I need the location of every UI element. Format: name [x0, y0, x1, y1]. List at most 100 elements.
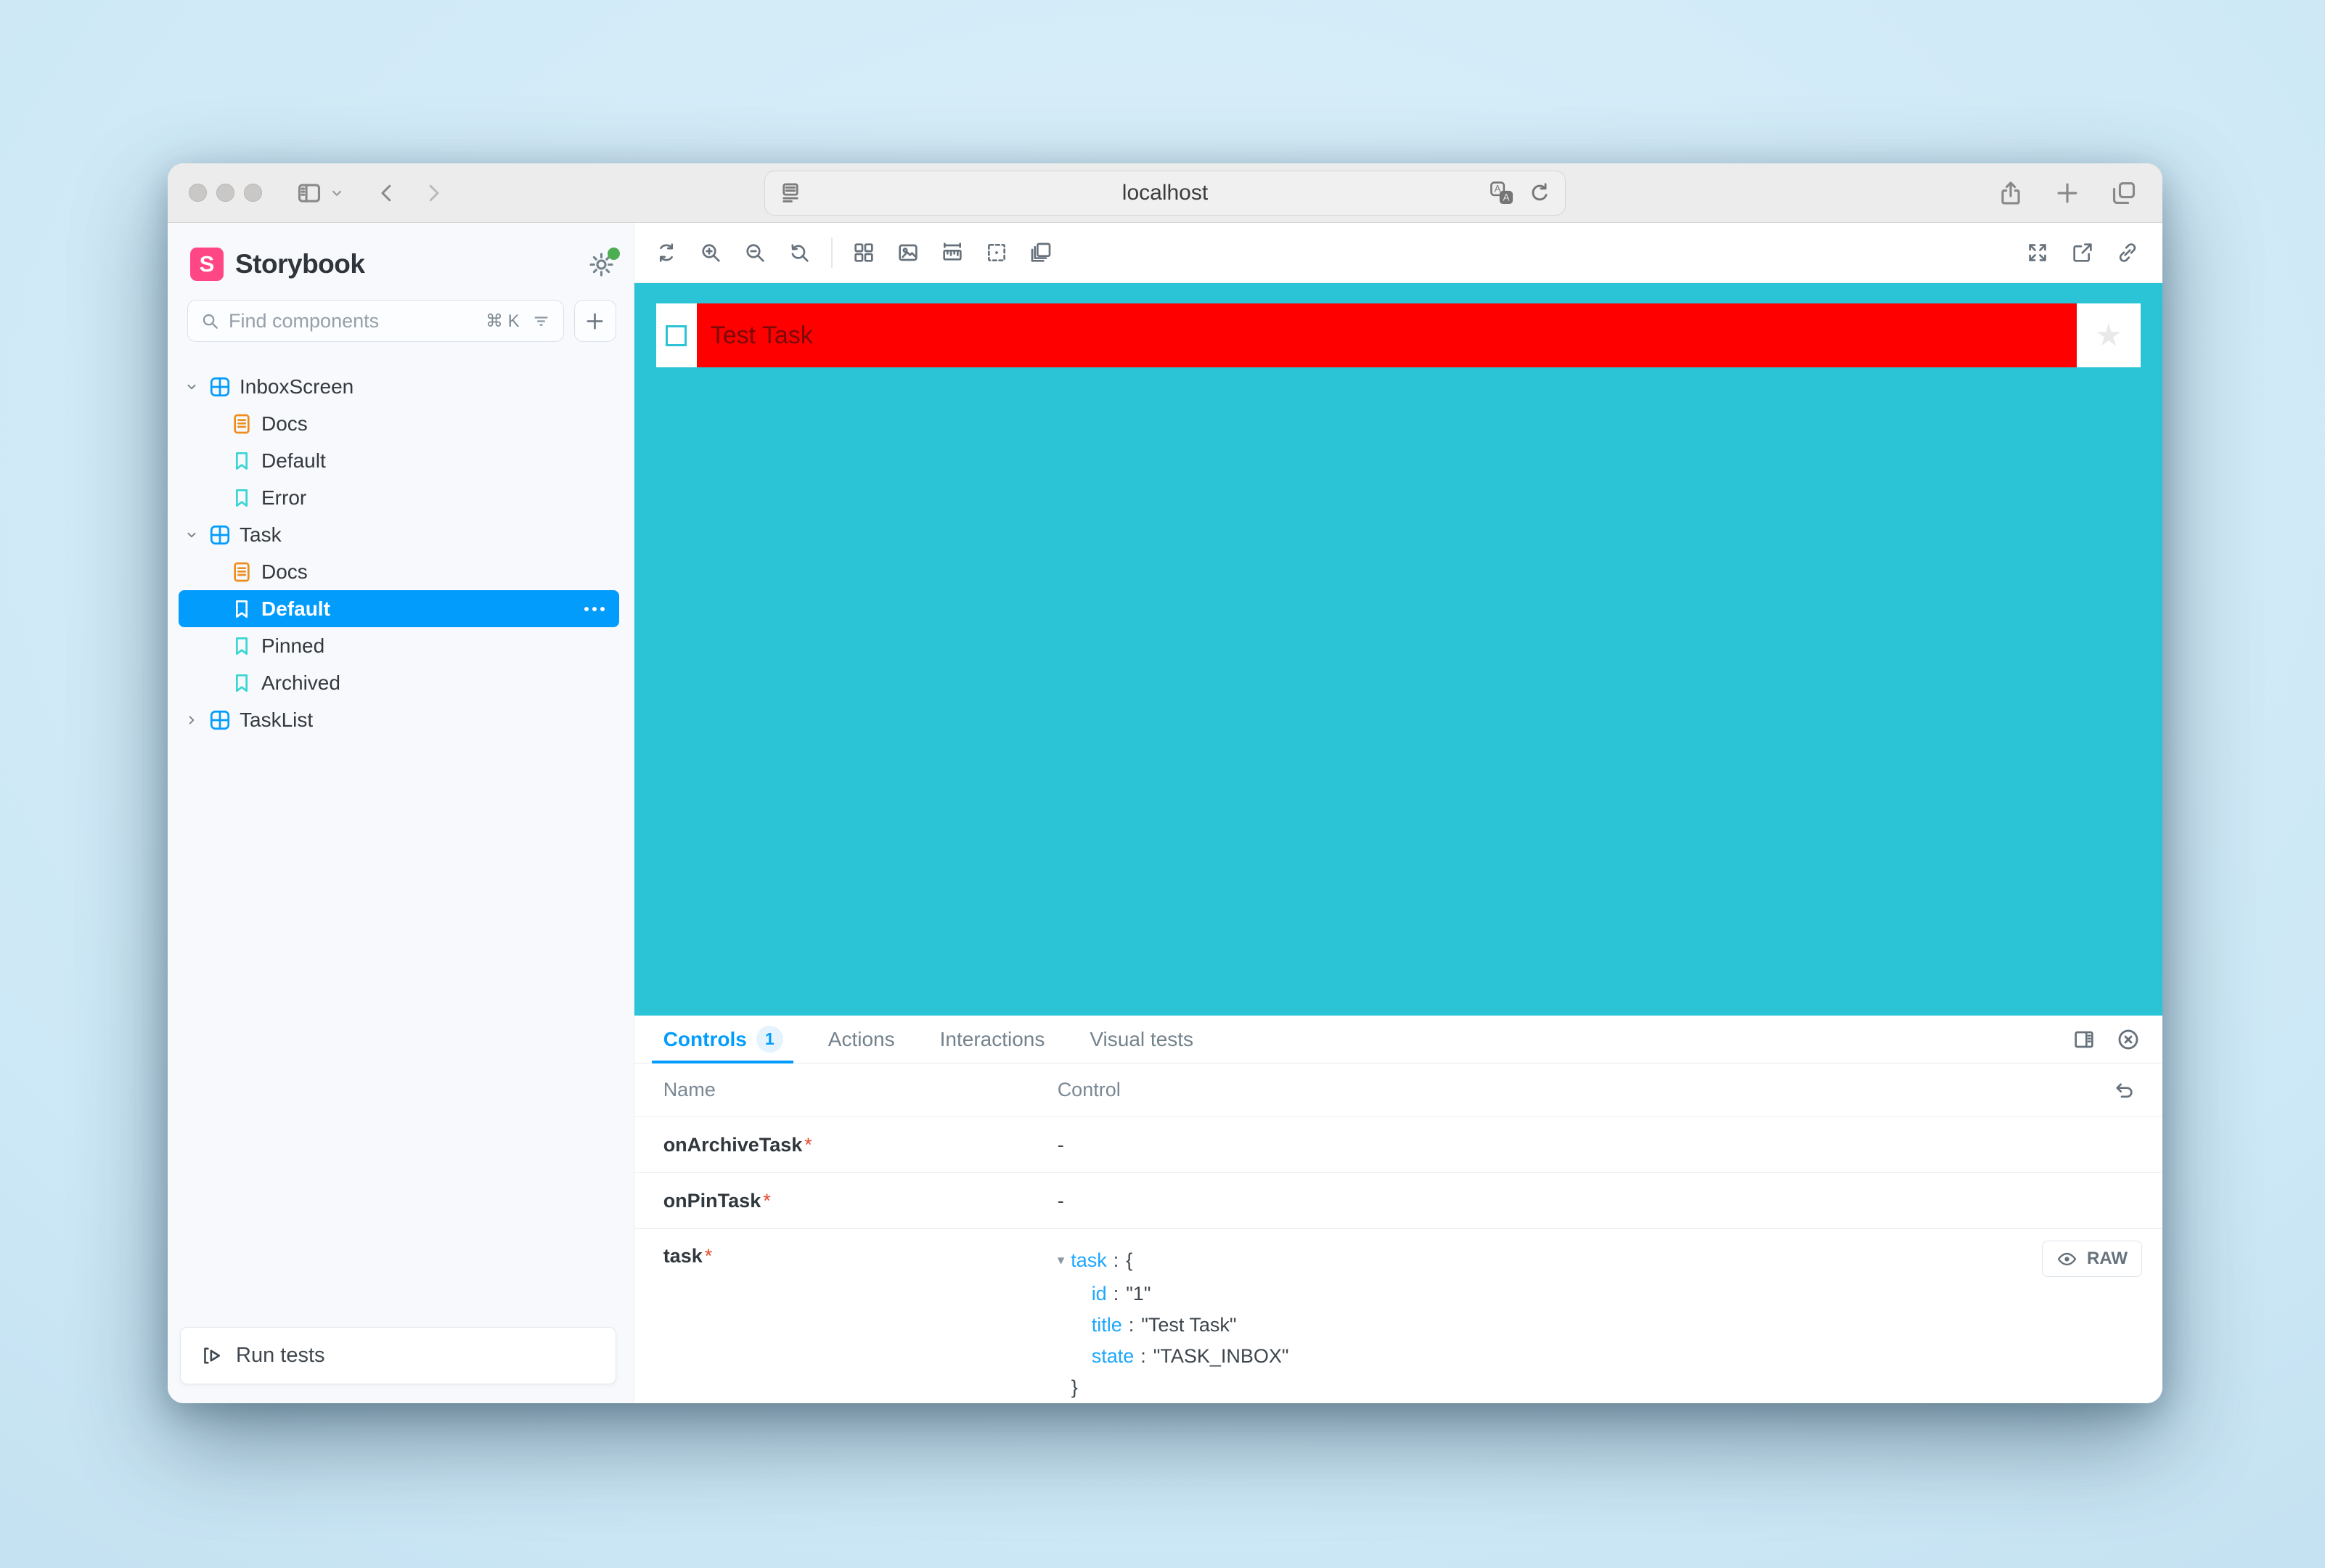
- sidebar-menu-button[interactable]: [327, 184, 346, 203]
- search-shortcut: ⌘ K: [486, 311, 520, 332]
- open-canvas-new-tab-button[interactable]: [2067, 237, 2099, 269]
- controls-count-badge: 1: [756, 1026, 783, 1053]
- control-row-onpintask: onPinTask* -: [634, 1173, 2162, 1229]
- sidebar-toggle-icon: [295, 179, 323, 207]
- search-field[interactable]: ⌘ K: [187, 300, 564, 342]
- sidebar-item-task-pinned[interactable]: Pinned: [179, 627, 619, 664]
- close-button[interactable]: [189, 184, 207, 202]
- tab-actions[interactable]: Actions: [828, 1016, 895, 1063]
- toolbar-divider: [831, 237, 833, 268]
- new-tab-button[interactable]: [2054, 179, 2081, 207]
- canvas-toolbar: [634, 223, 2162, 283]
- sidebar-item-task[interactable]: Task: [179, 516, 619, 553]
- reset-controls-button[interactable]: [2113, 1079, 2136, 1102]
- docs-icon: [230, 560, 253, 584]
- panel-controls: [2072, 1027, 2141, 1052]
- fullscreen-button[interactable]: [2022, 237, 2054, 269]
- story-bookmark-icon: [230, 486, 253, 510]
- column-header-control: Control: [1058, 1079, 1121, 1101]
- search-input[interactable]: [229, 310, 486, 332]
- background-toggle-button[interactable]: [892, 237, 924, 269]
- search-icon: [200, 311, 220, 331]
- zoom-out-icon: [743, 241, 767, 264]
- sidebar-item-task-docs[interactable]: Docs: [179, 553, 619, 590]
- sidebar-toggle-button[interactable]: [295, 179, 323, 207]
- sidebar-item-inboxscreen-error[interactable]: Error: [179, 479, 619, 516]
- tabs-overview-icon: [2110, 179, 2138, 207]
- plus-icon: [2054, 179, 2081, 207]
- zoom-reset-button[interactable]: [783, 237, 815, 269]
- panel-position-button[interactable]: [2072, 1027, 2096, 1052]
- measure-button[interactable]: [936, 237, 968, 269]
- outline-button[interactable]: [981, 237, 1013, 269]
- remount-button[interactable]: [650, 237, 682, 269]
- chevron-right-icon[interactable]: [184, 712, 200, 728]
- run-tests-icon: [200, 1344, 223, 1367]
- json-object-editor[interactable]: ▾task:{ id:"1" title:"Test Task" state:"…: [1058, 1245, 1289, 1403]
- json-root-line: ▾task:{: [1058, 1245, 1289, 1278]
- panel-position-icon: [2072, 1028, 2096, 1051]
- zoom-in-button[interactable]: [695, 237, 727, 269]
- arg-name: task: [663, 1245, 703, 1267]
- notification-dot: [608, 248, 620, 260]
- item-overflow-icon[interactable]: [584, 607, 605, 611]
- story-canvas: Test Task ★: [634, 283, 2162, 1016]
- zoom-out-button[interactable]: [739, 237, 771, 269]
- controls-table: Name Control onArchiveTask* -: [634, 1063, 2162, 1403]
- grid-toggle-button[interactable]: [848, 237, 880, 269]
- share-icon: [1997, 179, 2024, 207]
- create-story-button[interactable]: [574, 300, 616, 342]
- sidebar-item-task-default-selected[interactable]: Default: [179, 590, 619, 627]
- tab-controls[interactable]: Controls 1: [663, 1016, 783, 1063]
- tab-overview-button[interactable]: [2110, 179, 2138, 207]
- background-image-icon: [896, 241, 920, 264]
- task-checkbox[interactable]: [666, 325, 687, 346]
- browser-titlebar: localhost A A: [168, 163, 2162, 223]
- minimize-button[interactable]: [216, 184, 234, 202]
- task-checkbox-section: [656, 303, 697, 367]
- titlebar-actions: [1997, 179, 2138, 207]
- sidebar-item-inboxscreen-docs[interactable]: Docs: [179, 405, 619, 442]
- sidebar-item-tasklist[interactable]: TaskList: [179, 701, 619, 738]
- storybook-app: S Storybook: [168, 223, 2162, 1403]
- sidebar-item-inboxscreen[interactable]: InboxScreen: [179, 368, 619, 405]
- zoom-button[interactable]: [244, 184, 262, 202]
- share-button[interactable]: [1997, 179, 2024, 207]
- arg-control-value: -: [1058, 1190, 1064, 1212]
- tab-visual-tests[interactable]: Visual tests: [1090, 1016, 1193, 1063]
- task-component: Test Task ★: [656, 303, 2141, 367]
- browser-window: localhost A A: [168, 163, 2162, 1403]
- control-row-onarchivetask: onArchiveTask* -: [634, 1117, 2162, 1173]
- grid-icon: [852, 241, 875, 264]
- chevron-down-icon[interactable]: [184, 379, 200, 395]
- run-tests-button[interactable]: Run tests: [180, 1327, 616, 1384]
- sidebar-header: S Storybook: [190, 248, 615, 281]
- close-circle-icon: [2116, 1027, 2141, 1052]
- close-panel-button[interactable]: [2116, 1027, 2141, 1052]
- undo-icon: [2113, 1079, 2136, 1102]
- raw-toggle-button[interactable]: RAW: [2042, 1241, 2142, 1277]
- tab-interactions[interactable]: Interactions: [940, 1016, 1045, 1063]
- sidebar-item-task-archived[interactable]: Archived: [179, 664, 619, 701]
- collapse-triangle-icon[interactable]: ▾: [1058, 1245, 1065, 1276]
- component-icon: [208, 709, 232, 732]
- sidebar-item-inboxscreen-default[interactable]: Default: [179, 442, 619, 479]
- chevron-down-icon[interactable]: [184, 527, 200, 543]
- raw-label: RAW: [2087, 1249, 2128, 1269]
- settings-button[interactable]: [588, 251, 615, 278]
- address-bar[interactable]: localhost A A: [764, 171, 1566, 216]
- task-title: Test Task: [711, 322, 813, 350]
- brand-name: Storybook: [235, 249, 364, 279]
- pin-star-icon[interactable]: ★: [2095, 320, 2122, 351]
- eye-icon: [2056, 1249, 2077, 1270]
- forward-button[interactable]: [420, 180, 446, 206]
- filter-icon[interactable]: [531, 311, 551, 331]
- arg-control-value: -: [1058, 1134, 1064, 1156]
- back-button[interactable]: [374, 180, 400, 206]
- viewport-button[interactable]: [1025, 237, 1057, 269]
- json-entry-state: state:"TASK_INBOX": [1058, 1341, 1289, 1372]
- task-star-section: ★: [2077, 303, 2141, 367]
- zoom-reset-icon: [788, 241, 811, 264]
- copy-link-button[interactable]: [2112, 237, 2144, 269]
- storybook-sidebar: S Storybook: [168, 223, 634, 1403]
